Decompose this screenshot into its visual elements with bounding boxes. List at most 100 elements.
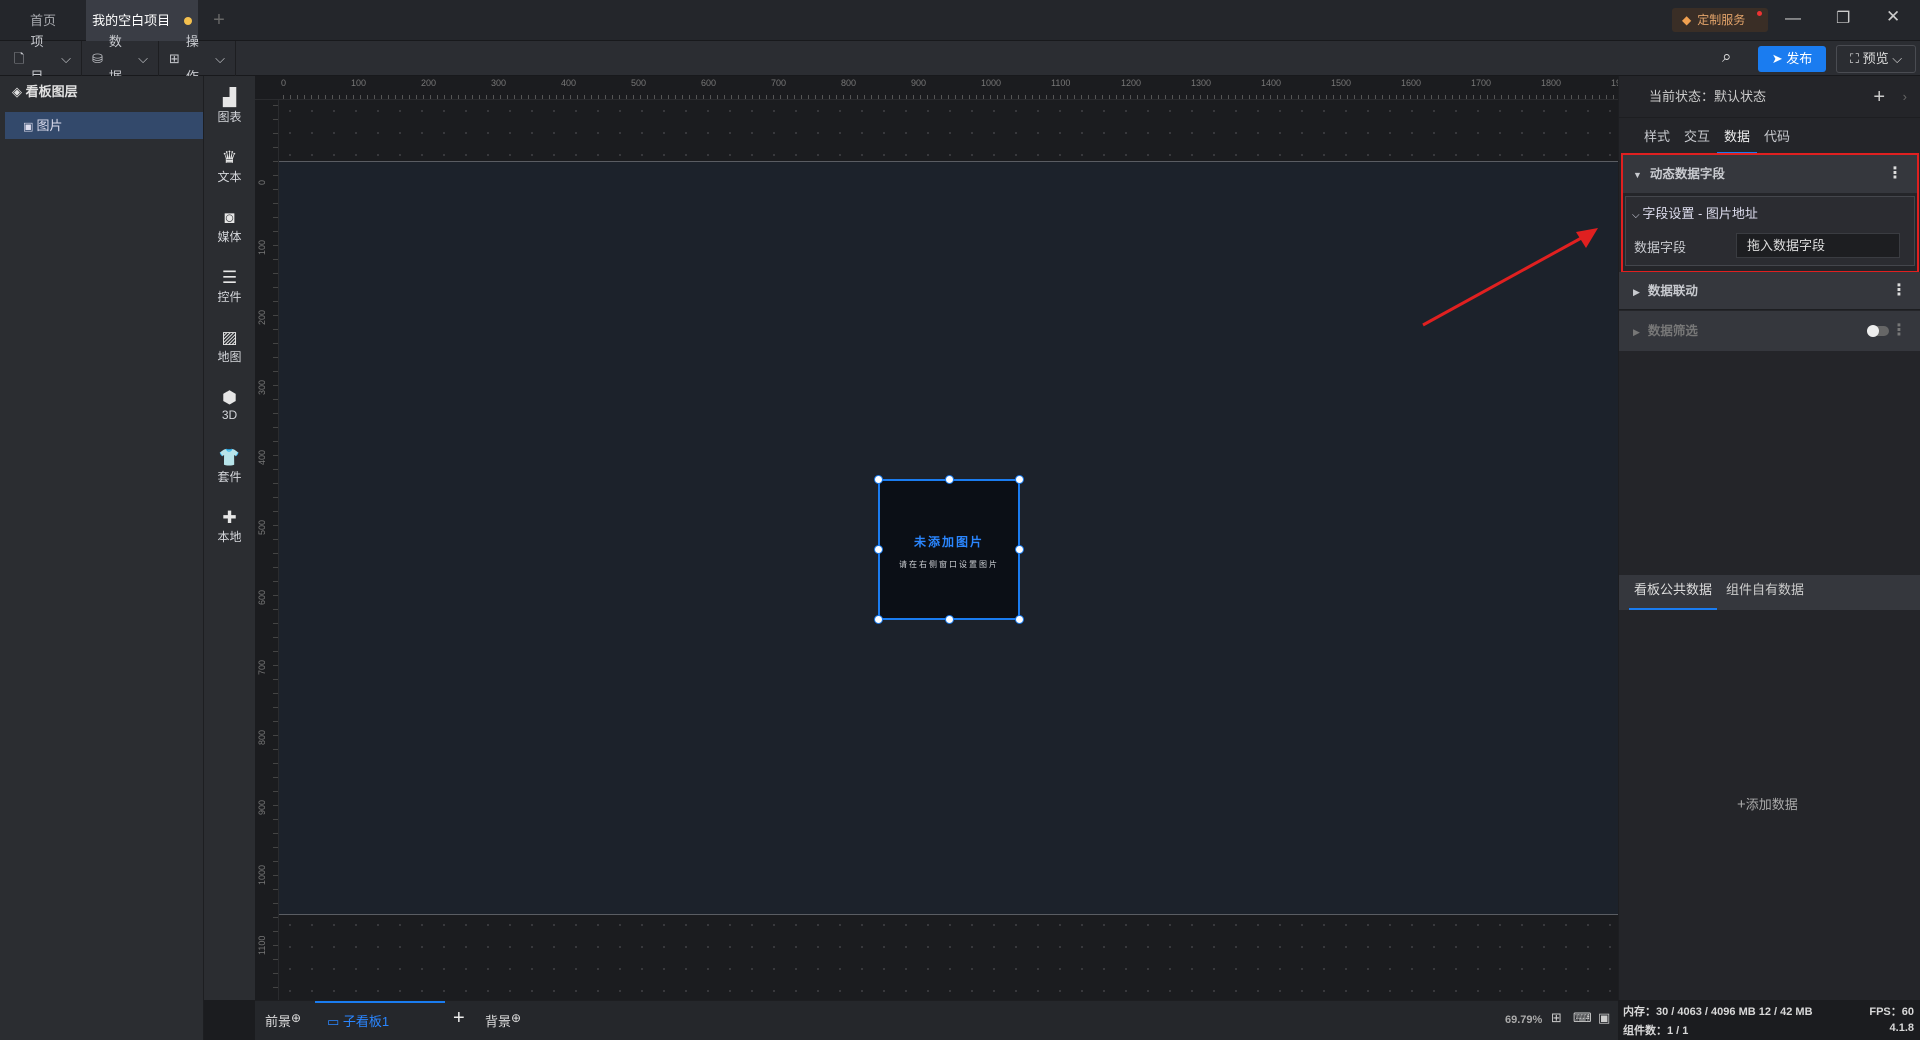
ruler-tick-label: 1700 xyxy=(1471,78,1492,88)
component-count: 组件数：1 / 1 xyxy=(1623,1025,1689,1037)
add-circle-icon[interactable]: ⊕ xyxy=(511,1011,521,1025)
ruler-tick-label: 1200 xyxy=(1121,78,1142,88)
background-label: 背景 xyxy=(485,1014,512,1029)
plus-icon: + xyxy=(1737,796,1746,813)
resize-handle[interactable] xyxy=(874,615,883,624)
image-placeholder-hint: 请在右侧窗口设置图片 xyxy=(899,560,999,569)
tool-camera[interactable]: ◙ 媒体 xyxy=(204,208,255,245)
tool-chart[interactable]: ▟ 图表 xyxy=(204,88,255,125)
add-board-button[interactable]: + xyxy=(453,1007,465,1030)
grid-icon: ⊞ xyxy=(169,51,180,66)
fps: FPS：60 xyxy=(1869,1006,1914,1018)
version: 4.1.8 xyxy=(1889,1022,1914,1034)
resize-handle[interactable] xyxy=(945,615,954,624)
chevron-down-icon: ⌵ xyxy=(215,51,225,66)
add-circle-icon[interactable]: ⊕ xyxy=(291,1011,301,1025)
tool-list[interactable]: ☰ 控件 xyxy=(204,268,255,305)
search-icon[interactable]: ⌕ xyxy=(1722,47,1732,67)
zoom-level: 69.79% xyxy=(1505,1014,1543,1026)
chevron-right-icon[interactable]: › xyxy=(1903,76,1907,118)
filter-toggle[interactable] xyxy=(1867,325,1889,337)
board-tabs-bar: 前景⊕ ▭ 子看板1 + 背景⊕ 69.79% ⊞ ⌨ ▣ xyxy=(255,1000,1618,1040)
close-icon[interactable]: ✕ xyxy=(1886,7,1900,27)
minimize-icon[interactable]: — xyxy=(1785,10,1801,28)
add-data-label: 添加数据 xyxy=(1745,797,1798,812)
menu-project[interactable]: 🗋项目⌵ xyxy=(4,34,82,84)
image-placeholder-title: 未添加图片 xyxy=(913,535,984,549)
ruler-tick-label: 400 xyxy=(257,449,267,465)
preview-button[interactable]: ⛶ 预览 ⌵ xyxy=(1836,45,1916,73)
tool-label: 本地 xyxy=(217,530,242,544)
subboard-tab[interactable]: ▭ 子看板1 xyxy=(315,1001,445,1040)
resize-handle[interactable] xyxy=(1015,545,1024,554)
diamond-icon: ◆ xyxy=(1682,13,1692,27)
tool-map[interactable]: ▨ 地图 xyxy=(204,328,255,365)
data-filter-header[interactable]: ▶ 数据筛选 ⋮ xyxy=(1619,311,1920,351)
chart-icon: ▟ xyxy=(222,88,237,107)
tab-project[interactable]: 我的空白项目 xyxy=(86,0,198,41)
ruler-tick-label: 1600 xyxy=(1401,78,1422,88)
tab-code[interactable]: 代码 xyxy=(1757,124,1797,154)
crown-icon: ♛ xyxy=(221,148,238,167)
property-tabs: 样式 交互 数据 代码 xyxy=(1637,124,1797,154)
more-icon[interactable]: ⋮ xyxy=(1887,155,1903,193)
image-component[interactable]: 未添加图片 请在右侧窗口设置图片 xyxy=(874,475,1024,624)
tool-crown[interactable]: ♛ 文本 xyxy=(204,148,255,185)
field-settings-title[interactable]: ⌵ 字段设置 - 图片地址 xyxy=(1632,203,1758,222)
caret-right-icon: ▶ xyxy=(1633,287,1640,297)
menu-data[interactable]: ⛁数据⌵ xyxy=(82,34,159,84)
more-icon[interactable]: ⋮ xyxy=(1891,272,1907,310)
memory-usage: 内存：30 / 4063 / 4096 MB 12 / 42 MB xyxy=(1623,1006,1813,1018)
sub-title: 字段设置 - 图片地址 xyxy=(1642,206,1758,221)
resize-handle[interactable] xyxy=(1015,475,1024,484)
state-bar: 当前状态：默认状态 + › xyxy=(1619,76,1920,118)
tab-component-data[interactable]: 组件自有数据 xyxy=(1723,575,1807,610)
ruler-tick-label: 100 xyxy=(351,78,367,88)
puzzle-icon: ✚ xyxy=(222,508,237,527)
dynamic-fields-header[interactable]: ▼ 动态数据字段 ⋮ xyxy=(1623,155,1917,193)
list-icon: ☰ xyxy=(221,268,238,287)
resize-handle[interactable] xyxy=(874,475,883,484)
ruler-tick-label: 0 xyxy=(281,78,287,88)
resize-handle[interactable] xyxy=(1015,615,1024,624)
layer-item-image[interactable]: ▣ 图片 xyxy=(5,112,203,139)
section-title: 数据联动 xyxy=(1647,284,1698,298)
keyboard-icon[interactable]: ⌨ xyxy=(1573,1010,1592,1026)
ruler-tick-label: 600 xyxy=(257,589,267,605)
camera-icon: ◙ xyxy=(224,208,235,227)
add-state-icon[interactable]: + xyxy=(1873,76,1885,118)
tool-puzzle[interactable]: ✚ 本地 xyxy=(204,508,255,545)
tab-interaction[interactable]: 交互 xyxy=(1677,124,1717,154)
background-tab[interactable]: 背景⊕ xyxy=(485,1011,521,1030)
ruler-tick-label: 600 xyxy=(701,78,717,88)
fit-screen-icon[interactable]: ⊞ xyxy=(1551,1010,1562,1026)
add-data-button[interactable]: +添加数据 xyxy=(1737,794,1798,813)
tool-shirt[interactable]: 👕 套件 xyxy=(204,448,255,485)
tab-data[interactable]: 数据 xyxy=(1717,124,1757,154)
publish-label: 发布 xyxy=(1786,51,1813,66)
resize-handle[interactable] xyxy=(874,545,883,554)
menu-operation[interactable]: ⊞操作⌵ xyxy=(159,34,236,84)
custom-service-button[interactable]: ◆ 定制服务 xyxy=(1672,8,1768,32)
tool-cube[interactable]: ⬢ 3D xyxy=(204,388,255,422)
tool-label: 控件 xyxy=(217,290,242,304)
foreground-tab[interactable]: 前景⊕ xyxy=(265,1011,301,1030)
publish-button[interactable]: ➤ 发布 xyxy=(1758,46,1826,72)
cube-icon: ⬢ xyxy=(222,388,237,407)
terminal-icon[interactable]: ▣ xyxy=(1598,1010,1610,1026)
toolbar: 🗋项目⌵ ⛁数据⌵ ⊞操作⌵ ⌕ ➤ 发布 ⛶ 预览 ⌵ xyxy=(0,34,1920,84)
tab-style[interactable]: 样式 xyxy=(1637,124,1677,154)
more-icon[interactable]: ⋮ xyxy=(1891,311,1907,351)
resize-handle[interactable] xyxy=(945,475,954,484)
status-bar: 内存：30 / 4063 / 4096 MB 12 / 42 MB FPS：60… xyxy=(1618,1000,1920,1040)
data-field-dropzone[interactable]: 拖入数据字段 xyxy=(1736,233,1900,258)
tab-board-public-data[interactable]: 看板公共数据 xyxy=(1629,575,1717,610)
ruler-tick-label: 500 xyxy=(257,519,267,535)
custom-service-label: 定制服务 xyxy=(1697,13,1746,27)
data-linkage-header[interactable]: ▶ 数据联动 ⋮ xyxy=(1619,272,1920,310)
ruler-tick-label: 700 xyxy=(771,78,787,88)
ruler-tick-label: 900 xyxy=(257,799,267,815)
data-field-label: 数据字段 xyxy=(1634,240,1687,255)
restore-icon[interactable]: ❐ xyxy=(1836,8,1850,28)
properties-panel: 当前状态：默认状态 + › 样式 交互 数据 代码 ▼ 动态数据字段 ⋮ ⌵ 字段设置 … xyxy=(1618,76,1920,1000)
